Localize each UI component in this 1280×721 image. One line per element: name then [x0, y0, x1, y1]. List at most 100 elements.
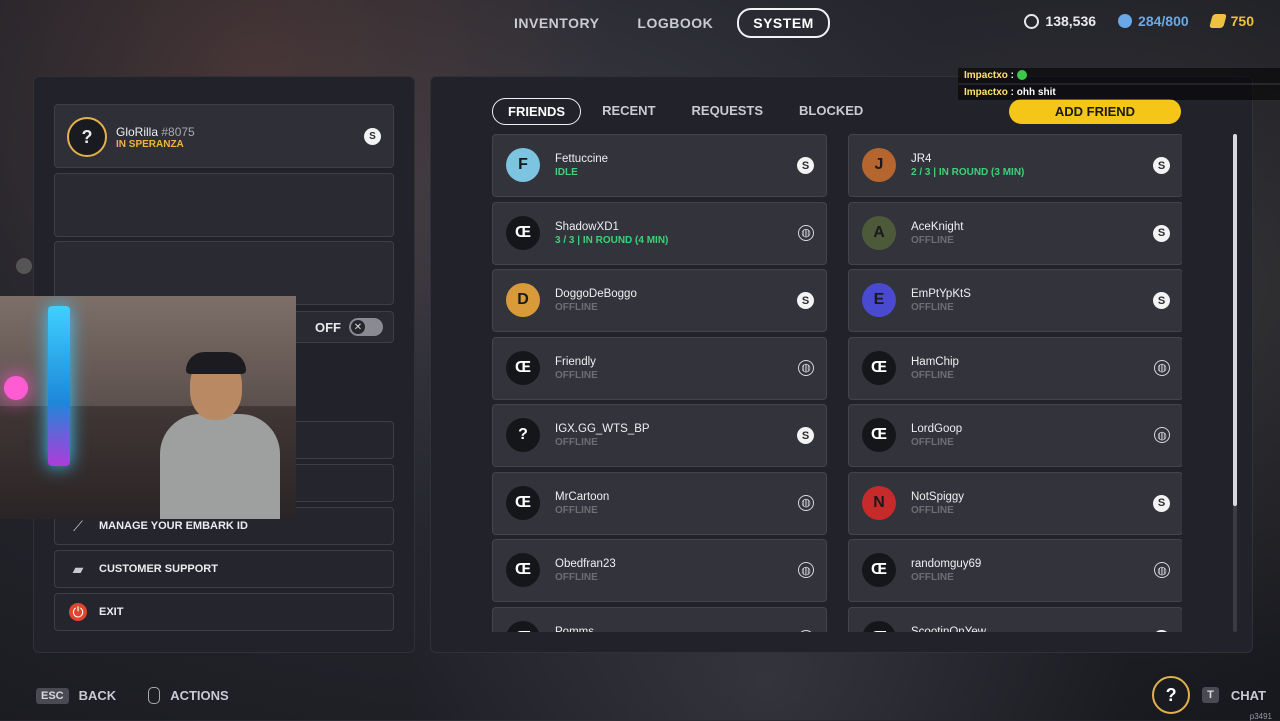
webcam-streamer — [160, 352, 280, 519]
friend-avatar: Œ — [862, 620, 896, 632]
steam-icon: S — [1153, 224, 1170, 242]
tab-requests[interactable]: REQUESTS — [677, 98, 779, 125]
chat-text: ohh shit — [1016, 87, 1056, 98]
coin-icon — [1024, 13, 1040, 29]
tab-system[interactable]: SYSTEM — [737, 8, 830, 38]
toggle-switch[interactable]: ✕ — [349, 318, 383, 336]
back-button[interactable]: BACK — [79, 688, 117, 703]
chat-message: Impactxo : ohh shit — [958, 85, 1280, 100]
friend-name: LordGoop — [911, 423, 963, 435]
exit-label: EXIT — [99, 606, 124, 618]
webcam-overlay — [0, 296, 296, 519]
player-avatar-icon[interactable]: ? — [1152, 676, 1191, 714]
webcam-light-bar — [48, 306, 70, 466]
globe-icon: ◍ — [798, 562, 814, 578]
friend-name: Fettuccine — [555, 153, 609, 165]
friend-card[interactable]: A AceKnight OFFLINE S — [848, 201, 1182, 265]
friend-status: OFFLINE — [911, 504, 954, 516]
profile-card[interactable]: ? GloRilla #8075 IN SPERANZA S — [54, 104, 394, 168]
friend-avatar: Œ — [862, 553, 896, 587]
mini-hud — [16, 258, 38, 274]
scrollbar-thumb[interactable] — [1233, 134, 1237, 506]
bottom-hint-bar: ESC BACK ACTIONS — [36, 687, 229, 704]
tab-inventory[interactable]: INVENTORY — [500, 10, 613, 36]
steam-icon: S — [364, 128, 381, 145]
friend-avatar: Œ — [862, 350, 896, 385]
tab-recent[interactable]: RECENT — [587, 98, 670, 125]
friend-status: OFFLINE — [555, 302, 598, 313]
friend-name: DoggoDeBoggo — [555, 288, 637, 300]
menu-slot-empty[interactable] — [54, 173, 394, 237]
globe-icon: ◍ — [798, 629, 814, 632]
top-navigation: INVENTORY LOGBOOK SYSTEM — [500, 8, 830, 38]
chat-button[interactable]: CHAT — [1231, 688, 1266, 703]
friend-card[interactable]: F Fettuccine IDLE S — [492, 134, 827, 197]
friends-tabs: FRIENDS RECENT REQUESTS BLOCKED — [492, 98, 878, 125]
friend-card[interactable]: Œ Obedfran23 OFFLINE ◍ — [492, 539, 827, 602]
friend-name: randomguy69 — [911, 558, 982, 570]
friend-name: Pomms — [555, 625, 594, 633]
actions-label[interactable]: ACTIONS — [170, 688, 229, 703]
friend-card[interactable]: Œ ScootinOnYew S — [848, 606, 1182, 632]
friend-card[interactable]: Œ LordGoop OFFLINE ◍ — [848, 404, 1182, 467]
friend-card[interactable]: E EmPtYpKtS OFFLINE S — [848, 269, 1182, 332]
stream-chat-overlay: Impactxo : Impactxo : ohh shit — [958, 68, 1280, 102]
customer-support-label: CUSTOMER SUPPORT — [99, 563, 218, 575]
friend-status: OFFLINE — [911, 369, 954, 381]
friend-card[interactable]: Œ MrCartoon OFFLINE ◍ — [492, 471, 827, 535]
friend-card[interactable]: Œ Friendly OFFLINE ◍ — [492, 336, 827, 400]
customer-support-button[interactable]: ▰ CUSTOMER SUPPORT — [54, 550, 394, 588]
friend-card[interactable]: N NotSpiggy OFFLINE S — [848, 471, 1182, 535]
currency-tokens: 284/800 — [1118, 13, 1189, 29]
friend-card[interactable]: ? IGX.GG_WTS_BP OFFLINE S — [492, 404, 827, 467]
friend-avatar: N — [862, 485, 896, 520]
tab-blocked[interactable]: BLOCKED — [784, 98, 878, 125]
chat-key: T — [1202, 687, 1219, 703]
friend-card[interactable]: D DoggoDeBoggo OFFLINE S — [492, 269, 827, 332]
manage-embark-id-label: MANAGE YOUR EMBARK ID — [99, 520, 248, 532]
embark-id-icon: ⟋ — [73, 517, 83, 534]
friend-avatar: Œ — [862, 418, 896, 452]
friends-grid: F Fettuccine IDLE S J JR4 2 / 3 | IN ROUND (3 … — [492, 134, 1182, 632]
friend-card[interactable]: Œ HamChip OFFLINE ◍ — [848, 336, 1182, 400]
friend-status: OFFLINE — [911, 234, 954, 246]
add-friend-button[interactable]: ADD FRIEND — [1009, 99, 1181, 124]
tab-logbook[interactable]: LOGBOOK — [623, 10, 727, 36]
webcam-cap — [186, 352, 246, 374]
currency-coins: 138,536 — [1024, 13, 1096, 29]
friend-name: Friendly — [555, 355, 596, 368]
profile-name-line: GloRilla #8075 — [116, 125, 195, 139]
friend-card[interactable]: Œrandomguy69 OFFLINE ◍ — [848, 539, 1182, 602]
friend-card[interactable]: Œ ShadowXD1 3 / 3 | IN ROUND (4 MIN) ◍ — [492, 201, 827, 265]
friend-card[interactable]: Œ Pomms ◍ — [492, 606, 827, 633]
exit-button[interactable]: ⏻ EXIT — [54, 593, 394, 631]
friend-name: MrCartoon — [555, 490, 610, 503]
tab-friends[interactable]: FRIENDS — [492, 98, 582, 125]
friend-avatar: E — [862, 283, 896, 317]
chat-bubbles-icon: ▰ — [72, 560, 84, 577]
friend-avatar: Œ — [506, 553, 540, 587]
friend-avatar: Œ — [506, 350, 540, 385]
friend-name: NotSpiggy — [911, 490, 965, 503]
friend-status: OFFLINE — [555, 572, 598, 583]
friend-avatar: D — [506, 283, 540, 317]
bottom-right-controls: ? T CHAT — [1152, 676, 1266, 714]
friend-avatar: ? — [506, 418, 540, 452]
friend-status: OFFLINE — [555, 437, 598, 448]
emote-icon — [1016, 70, 1027, 81]
steam-icon: S — [797, 427, 814, 444]
friend-name: HamChip — [911, 355, 959, 368]
webcam-shirt — [160, 414, 280, 519]
currency-tokens-value: 284/800 — [1138, 13, 1189, 29]
friend-card[interactable]: J JR4 2 / 3 | IN ROUND (3 MIN) S — [848, 134, 1182, 197]
friend-status: OFFLINE — [555, 504, 598, 516]
profile-avatar: ? — [67, 117, 107, 157]
multibucks-icon — [1208, 14, 1227, 28]
chat-user: Impactxo — [964, 87, 1008, 98]
chat-message: Impactxo : — [958, 68, 1280, 83]
friend-status: OFFLINE — [911, 437, 954, 448]
friend-status: OFFLINE — [911, 572, 954, 583]
friend-name: ShadowXD1 — [555, 220, 619, 233]
friend-status: 2 / 3 | IN ROUND (3 MIN) — [911, 167, 1025, 178]
globe-icon: ◍ — [1154, 427, 1170, 443]
